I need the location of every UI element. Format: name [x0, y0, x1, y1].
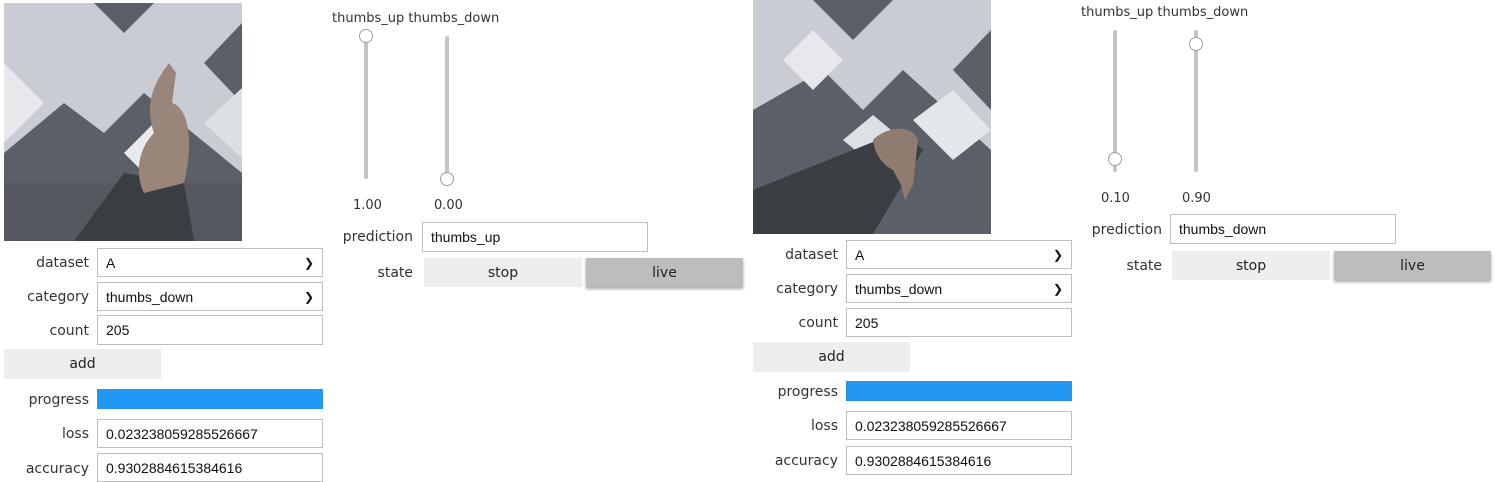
dataset-select-value: A: [106, 254, 116, 271]
prediction-label: prediction: [342, 229, 413, 245]
add-button[interactable]: add: [4, 349, 161, 379]
live-button[interactable]: live: [1334, 251, 1491, 280]
slider-title: thumbs_up thumbs_down: [1081, 5, 1249, 20]
category-label: category: [776, 281, 838, 297]
thumbs-down-value: 0.90: [1182, 191, 1211, 206]
count-field[interactable]: 205: [846, 308, 1072, 337]
category-label: category: [27, 289, 89, 305]
count-label: count: [798, 315, 839, 331]
state-label: state: [1126, 258, 1162, 274]
thumbs-down-slider-handle[interactable]: [1189, 37, 1203, 52]
thumbs-down-slider-handle[interactable]: [440, 172, 454, 186]
thumbs-up-slider-handle[interactable]: [1108, 151, 1122, 166]
stop-button[interactable]: stop: [424, 258, 582, 287]
thumbs-down-value: 0.00: [434, 198, 463, 213]
category-select[interactable]: thumbs_down ❯: [97, 282, 323, 311]
progress-label: progress: [28, 392, 89, 408]
category-select[interactable]: thumbs_down ❯: [846, 274, 1072, 303]
dataset-label: dataset: [36, 255, 89, 271]
dataset-select[interactable]: A ❯: [97, 248, 323, 277]
dataset-select-value: A: [855, 246, 865, 263]
loss-field[interactable]: 0.023238059285526667: [846, 411, 1072, 440]
prediction-label: prediction: [1091, 222, 1162, 238]
category-select-value: thumbs_down: [855, 280, 943, 297]
camera-image: [4, 3, 242, 241]
dataset-select[interactable]: A ❯: [846, 240, 1072, 269]
chevron-down-icon: ❯: [1052, 281, 1063, 296]
chevron-down-icon: ❯: [1052, 247, 1063, 262]
chevron-down-icon: ❯: [303, 255, 314, 270]
panel-1: thumbs_up thumbs_down 1.00 0.00 predicti…: [0, 0, 749, 482]
accuracy-label: accuracy: [774, 453, 838, 469]
progress-bar: [97, 389, 323, 409]
progress-bar-fill: [97, 389, 323, 409]
thumbs-up-slider-handle[interactable]: [359, 29, 373, 43]
accuracy-field[interactable]: 0.9302884615384616: [97, 453, 323, 482]
thumbs-up-value: 1.00: [353, 198, 382, 213]
thumbs-down-slider-track[interactable]: [445, 36, 449, 179]
thumbs-up-slider-track[interactable]: [364, 36, 368, 179]
stop-button[interactable]: stop: [1172, 251, 1330, 280]
count-label: count: [49, 323, 90, 339]
thumbs-up-value: 0.10: [1101, 191, 1130, 206]
count-field[interactable]: 205: [97, 315, 323, 345]
chevron-down-icon: ❯: [303, 289, 314, 304]
progress-bar-fill: [846, 381, 1072, 401]
loss-label: loss: [810, 418, 838, 434]
slider-title: thumbs_up thumbs_down: [332, 11, 500, 26]
loss-label: loss: [61, 426, 89, 442]
prediction-field[interactable]: thumbs_down: [1170, 214, 1396, 244]
progress-label: progress: [777, 384, 838, 400]
panel-2: thumbs_up thumbs_down 0.10 0.90 predicti…: [749, 0, 1498, 479]
accuracy-label: accuracy: [25, 461, 89, 477]
prediction-field[interactable]: thumbs_up: [422, 222, 648, 252]
add-button[interactable]: add: [753, 342, 910, 372]
thumbs-down-slider-track[interactable]: [1194, 30, 1198, 172]
thumbs-up-slider-track[interactable]: [1113, 30, 1117, 172]
state-label: state: [377, 265, 413, 281]
camera-image: [753, 0, 991, 234]
loss-field[interactable]: 0.023238059285526667: [97, 419, 323, 448]
progress-bar: [846, 381, 1072, 401]
live-button[interactable]: live: [586, 258, 743, 287]
accuracy-field[interactable]: 0.9302884615384616: [846, 446, 1072, 475]
category-select-value: thumbs_down: [106, 288, 194, 305]
dataset-label: dataset: [785, 247, 838, 263]
